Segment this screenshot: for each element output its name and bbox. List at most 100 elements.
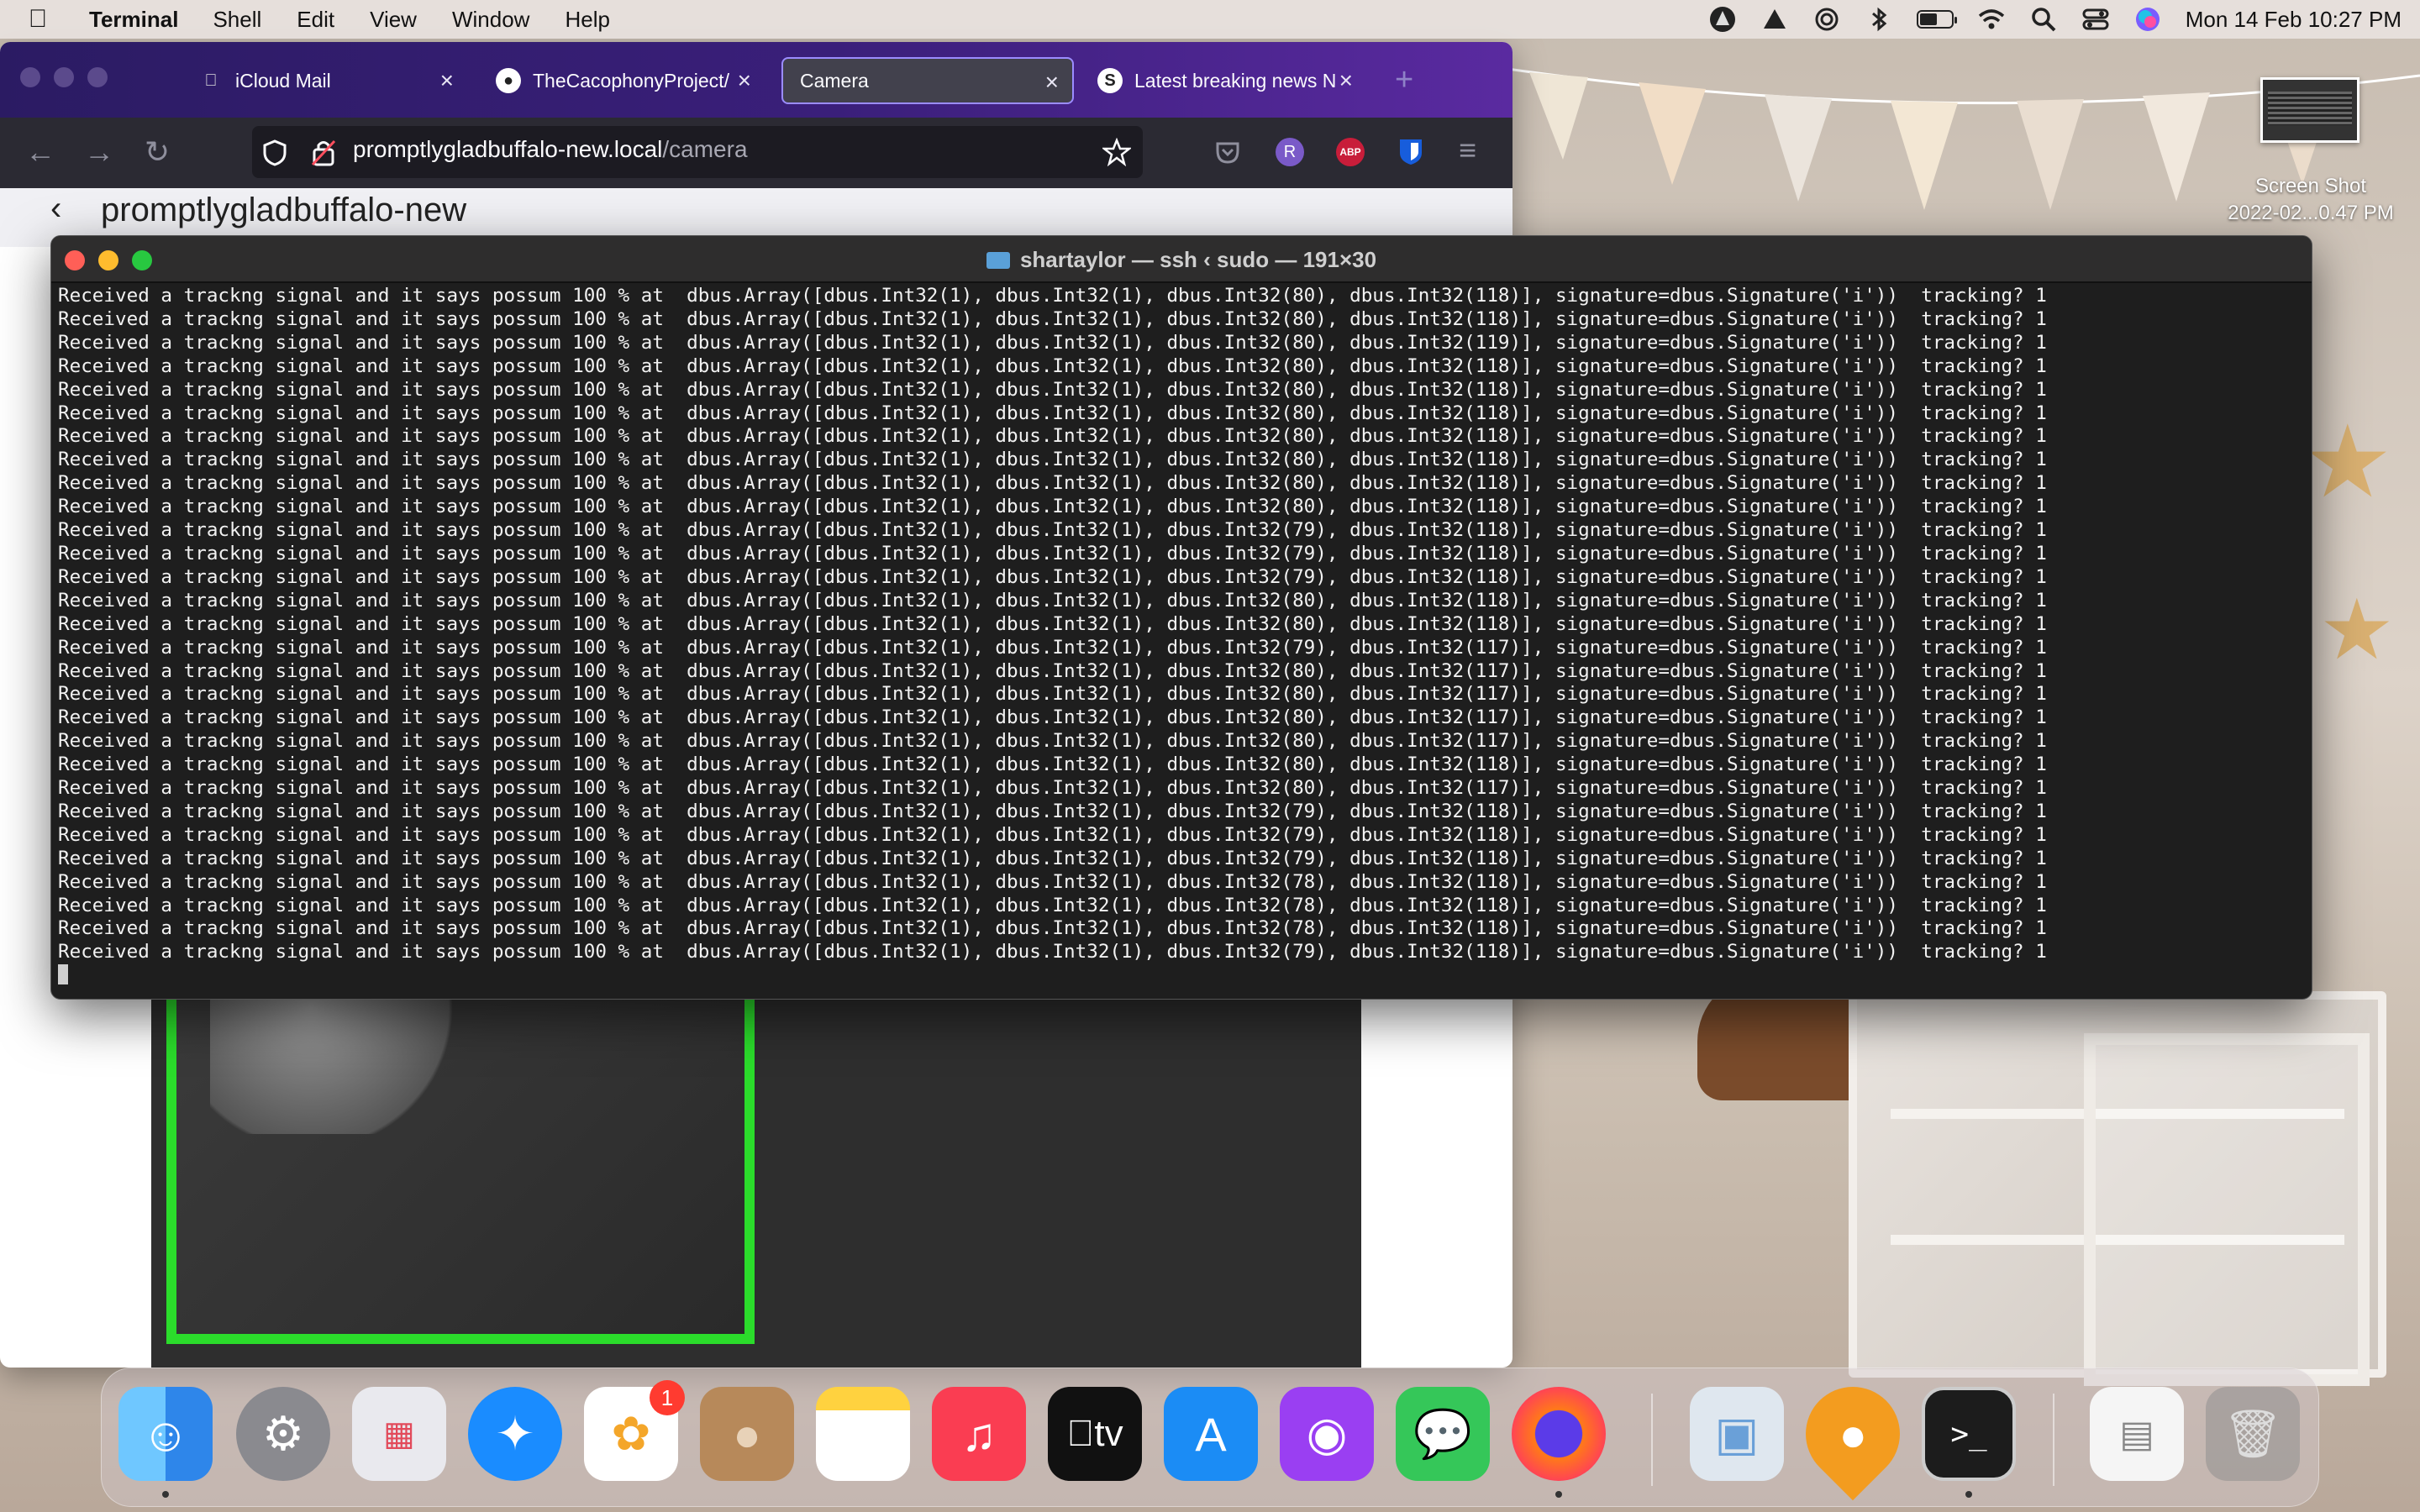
reload-icon[interactable]: ↻ <box>145 134 170 170</box>
terminal-line: Received a trackng signal and it says po… <box>58 378 2047 401</box>
music-icon[interactable]: ♫ <box>932 1387 1026 1481</box>
bitwarden-icon[interactable] <box>1398 138 1423 166</box>
page-back-icon[interactable]: ‹ <box>50 190 61 228</box>
terminal-title: shartaylor — ssh ‹ sudo — 191×30 <box>1019 247 1377 272</box>
apple-icon:  <box>198 68 224 93</box>
terminal-cursor <box>58 964 68 985</box>
terminal-line: Received a trackng signal and it says po… <box>58 331 2047 354</box>
forward-arrow-icon[interactable]: → <box>84 134 114 170</box>
terminal-icon[interactable]: >_ <box>1922 1387 2016 1481</box>
menu-view[interactable]: View <box>352 7 434 33</box>
menu-app-name[interactable]: Terminal <box>76 7 195 33</box>
messages-icon[interactable]: 💬 <box>1396 1387 1490 1481</box>
close-icon[interactable]: × <box>1339 67 1353 94</box>
new-tab-button[interactable]: + <box>1395 62 1413 98</box>
system-preferences-icon[interactable]: ⚙ <box>236 1387 330 1481</box>
maps-pin-icon[interactable]: ● <box>1786 1367 1920 1501</box>
tab-stuff-news[interactable]: S Latest breaking news N × <box>1081 57 1366 104</box>
navigation-bar: ← → ↻ promptlygladbuffalo-new.local/came… <box>0 118 1512 188</box>
terminal-line: Received a trackng signal and it says po… <box>58 800 2047 822</box>
bluetooth-icon[interactable] <box>1865 5 1893 34</box>
terminal-line: Received a trackng signal and it says po… <box>58 612 2047 635</box>
monitor-icon[interactable] <box>1708 5 1737 34</box>
documents-stack-icon[interactable]: ▤ <box>2090 1387 2184 1481</box>
search-icon[interactable] <box>2029 5 2058 34</box>
terminal-minimize-button[interactable] <box>98 250 118 270</box>
tab-label: Camera <box>800 69 869 92</box>
contacts-icon[interactable]: ● <box>700 1387 794 1481</box>
terminal-output[interactable]: Received a trackng signal and it says po… <box>58 285 2305 999</box>
terminal-title-bar[interactable]: shartaylor — ssh ‹ sudo — 191×30 <box>51 236 2312 283</box>
window-minimize-button[interactable] <box>54 67 74 87</box>
insecure-lock-icon[interactable] <box>311 138 336 166</box>
siri-icon[interactable] <box>2133 5 2162 34</box>
terminal-line: Received a trackng signal and it says po… <box>58 402 2047 424</box>
close-icon[interactable]: × <box>440 67 454 94</box>
close-icon[interactable]: × <box>1045 69 1059 96</box>
tab-label: TheCacophonyProject/ <box>533 69 729 92</box>
notes-icon[interactable] <box>816 1387 910 1481</box>
tab-label: Latest breaking news N <box>1134 69 1336 92</box>
star-decoration: ★ <box>2302 406 2393 518</box>
menu-shell[interactable]: Shell <box>195 7 279 33</box>
safari-icon[interactable]: ✦ <box>468 1387 562 1481</box>
terminal-line: Received a trackng signal and it says po… <box>58 472 2047 495</box>
running-indicator <box>1555 1491 1562 1498</box>
window-close-button[interactable] <box>20 67 40 87</box>
notification-badge: 1 <box>650 1380 685 1415</box>
podcasts-icon[interactable]: ◉ <box>1280 1387 1374 1481</box>
screenshot-file-icon[interactable] <box>2260 77 2360 143</box>
tab-icloud-mail[interactable]:  iCloud Mail × <box>182 57 467 104</box>
dock-separator <box>2053 1394 2054 1486</box>
control-center-icon[interactable] <box>2081 5 2110 34</box>
launchpad-icon[interactable]: ▦ <box>352 1387 446 1481</box>
menu-help[interactable]: Help <box>547 7 627 33</box>
back-arrow-icon[interactable]: ← <box>25 134 55 170</box>
terminal-zoom-button[interactable] <box>132 250 152 270</box>
running-indicator <box>162 1491 169 1498</box>
terminal-line: Received a trackng signal and it says po… <box>58 870 2047 893</box>
pocket-icon[interactable] <box>1215 139 1240 165</box>
airdrop-icon[interactable] <box>1812 5 1841 34</box>
menu-edit[interactable]: Edit <box>279 7 352 33</box>
finder-icon[interactable]: ☺ <box>118 1387 213 1481</box>
menu-window[interactable]: Window <box>434 7 547 33</box>
terminal-line: Received a trackng signal and it says po… <box>58 285 2047 307</box>
terminal-close-button[interactable] <box>65 250 85 270</box>
window-zoom-button[interactable] <box>87 67 108 87</box>
terminal-line: Received a trackng signal and it says po… <box>58 683 2047 706</box>
battery-icon[interactable] <box>1916 10 1957 29</box>
tab-label: iCloud Mail <box>235 69 331 92</box>
dock: ☺ ⚙ ▦ ✦ ✿1 ● ♫ tv A ◉ 💬 ▣ ● >_ ▤ 🗑 <box>101 1367 2319 1507</box>
profile-r-icon[interactable]: R <box>1276 138 1304 166</box>
app-store-icon[interactable]: A <box>1164 1387 1258 1481</box>
photos-icon[interactable]: ✿ 1 <box>584 1380 685 1481</box>
close-icon[interactable]: × <box>738 67 751 94</box>
hamburger-menu-icon[interactable]: ≡ <box>1459 133 1476 168</box>
firefox-icon[interactable] <box>1512 1387 1606 1481</box>
tab-camera[interactable]: Camera × <box>781 57 1074 104</box>
adblock-icon[interactable]: ABP <box>1336 138 1365 166</box>
apple-menu-icon[interactable]:  <box>0 5 76 34</box>
terminal-line: Received a trackng signal and it says po… <box>58 706 2047 729</box>
tv-label: tv <box>1080 1413 1123 1454</box>
page-title: promptlygladbuffalo-new <box>101 192 467 228</box>
preview-icon[interactable]: ▣ <box>1690 1387 1784 1481</box>
terminal-line: Received a trackng signal and it says po… <box>58 659 2047 682</box>
shield-icon[interactable] <box>262 139 287 166</box>
drive-icon[interactable] <box>1760 5 1789 34</box>
trash-icon[interactable]: 🗑 <box>2206 1387 2300 1481</box>
screenshot-file-label[interactable]: Screen Shot 2022-02...0.47 PM <box>2202 173 2420 227</box>
bookmark-star-icon[interactable] <box>1102 138 1131 166</box>
file-label-line1: Screen Shot <box>2254 175 2367 197</box>
star-decoration: ★ <box>2319 583 2395 677</box>
tv-icon[interactable]: tv <box>1048 1387 1142 1481</box>
terminal-line: Received a trackng signal and it says po… <box>58 307 2047 330</box>
running-indicator <box>1965 1491 1972 1498</box>
terminal-line: Received a trackng signal and it says po… <box>58 636 2047 659</box>
tab-github[interactable]: ● TheCacophonyProject/ × <box>479 57 765 104</box>
terminal-line: Received a trackng signal and it says po… <box>58 941 2047 963</box>
terminal-line: Received a trackng signal and it says po… <box>58 496 2047 518</box>
menubar-clock[interactable]: Mon 14 Feb 10:27 PM <box>2186 7 2402 33</box>
wifi-icon[interactable] <box>1977 5 2006 34</box>
